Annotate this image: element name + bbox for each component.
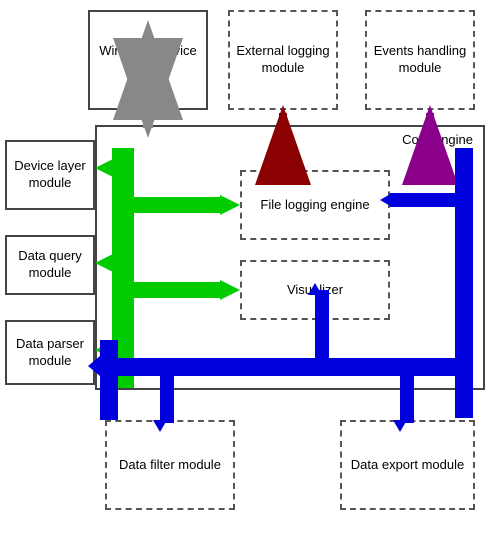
file-logging-engine-label: File logging engine — [260, 197, 369, 214]
events-handling-module-box: Events handling module — [365, 10, 475, 110]
data-filter-module-label: Data filter module — [119, 457, 221, 474]
events-handling-module-label: Events handling module — [367, 43, 473, 77]
visualizer-box: Visualizer — [240, 260, 390, 320]
architecture-diagram: Windows service wrapper External logging… — [0, 0, 501, 538]
windows-service-wrapper-box: Windows service wrapper — [88, 10, 208, 110]
data-parser-module-box: Data parser module — [5, 320, 95, 385]
data-query-module-box: Data query module — [5, 235, 95, 295]
external-logging-module-box: External logging module — [228, 10, 338, 110]
windows-service-wrapper-label: Windows service wrapper — [90, 43, 206, 77]
core-engine-label: Core engine — [402, 132, 473, 149]
data-parser-module-label: Data parser module — [7, 336, 93, 370]
core-engine-box: Core engine — [95, 125, 485, 390]
external-logging-module-label: External logging module — [230, 43, 336, 77]
data-filter-module-box: Data filter module — [105, 420, 235, 510]
data-export-module-box: Data export module — [340, 420, 475, 510]
file-logging-engine-box: File logging engine — [240, 170, 390, 240]
data-export-module-label: Data export module — [351, 457, 464, 474]
device-layer-module-label: Device layer module — [7, 158, 93, 192]
data-query-module-label: Data query module — [7, 248, 93, 282]
device-layer-module-box: Device layer module — [5, 140, 95, 210]
visualizer-label: Visualizer — [287, 282, 343, 299]
